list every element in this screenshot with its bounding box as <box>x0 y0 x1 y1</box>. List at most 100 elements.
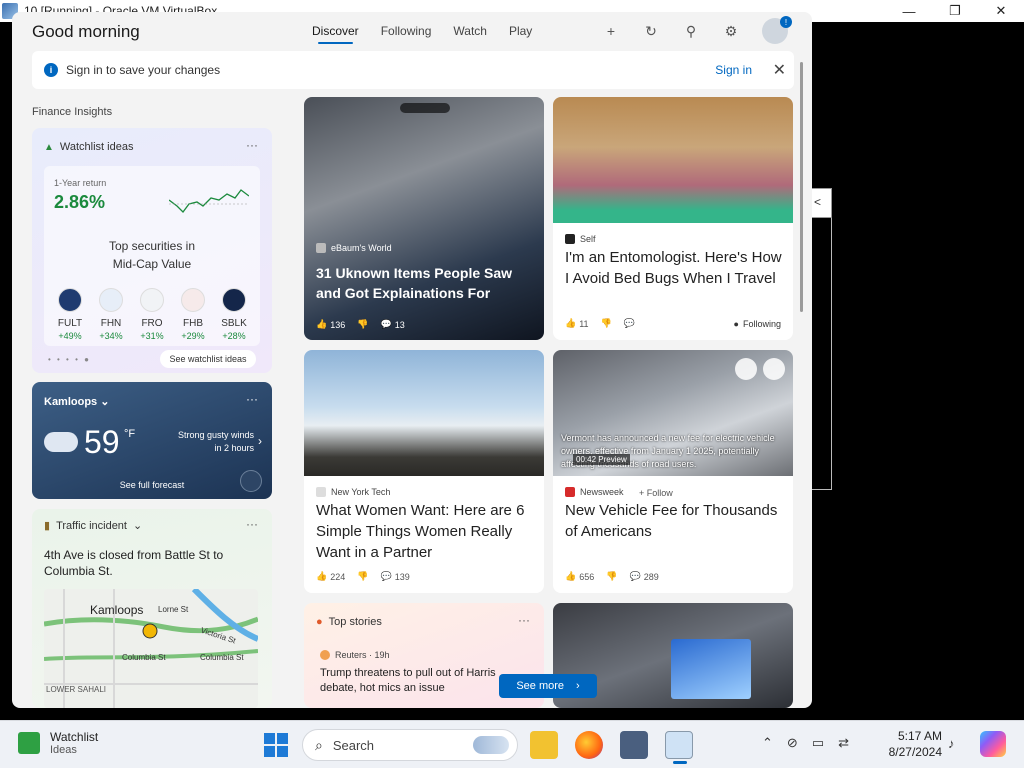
chevron-up-icon[interactable]: ⌃ <box>762 735 773 751</box>
news-card[interactable]: eBaum's World 31 Uknown Items People Saw… <box>304 97 544 340</box>
search-box[interactable]: ⌕ Search <box>302 729 518 761</box>
virtualbox-icon[interactable] <box>620 731 648 759</box>
article-headline[interactable]: New Vehicle Fee for Thousands of America… <box>565 500 785 542</box>
weather-city[interactable]: Kamloops ⌄ <box>44 395 109 408</box>
comment-icon[interactable]: 💬 <box>624 318 635 329</box>
maximize-button[interactable]: ❐ <box>932 0 978 22</box>
video-card[interactable]: Vermont has announced a new fee for elec… <box>553 350 793 593</box>
news-card[interactable]: Self I'm an Entomologist. Here's How I A… <box>553 97 793 340</box>
ticker-item[interactable]: SBLK +28% <box>214 288 254 341</box>
close-button[interactable]: ✕ <box>978 0 1024 22</box>
trend-up-icon: ▲ <box>44 141 54 153</box>
weather-alert[interactable]: Strong gusty winds in 2 hours <box>152 429 268 455</box>
ticker-change: +28% <box>222 331 246 341</box>
see-more-button[interactable]: See more › <box>499 674 597 698</box>
city-name: Kamloops <box>44 396 98 408</box>
clock-time: 5:17 AM <box>897 729 942 743</box>
news-card[interactable]: New York Tech What Women Want: Here are … <box>304 350 544 593</box>
tab-watch[interactable]: Watch <box>453 24 487 44</box>
firefox-icon[interactable] <box>575 731 603 759</box>
category-line-1: Top securities in <box>108 239 196 253</box>
dislike-icon[interactable]: 👎 <box>357 319 368 330</box>
tab-discover[interactable]: Discover <box>312 24 359 44</box>
video-control-button[interactable] <box>735 358 757 380</box>
feed-tabs: Discover Following Watch Play <box>312 24 532 44</box>
background-window-edge <box>831 218 832 490</box>
copilot-icon[interactable] <box>980 731 1006 757</box>
article-source: Newsweek <box>565 487 624 497</box>
comment-count: 139 <box>394 571 410 582</box>
traffic-map[interactable]: Kamloops Lorne St Victoria St Columbia S… <box>44 589 258 708</box>
publisher-logo <box>320 650 330 660</box>
like-button[interactable]: 👍 136 <box>316 319 345 330</box>
dislike-icon[interactable]: 👎 <box>601 318 612 329</box>
carousel-indicator[interactable] <box>400 103 450 113</box>
traffic-header[interactable]: ▮ Traffic incident ⌄ <box>44 519 142 533</box>
sync-icon[interactable]: ⇄ <box>838 735 849 751</box>
file-explorer-icon[interactable] <box>530 731 558 759</box>
source-name: eBaum's World <box>331 243 392 253</box>
following-status[interactable]: ● Following <box>734 319 781 329</box>
network-icon[interactable]: ⊘ <box>787 735 798 751</box>
dislike-icon[interactable]: 👎 <box>357 571 368 582</box>
article-headline[interactable]: What Women Want: Here are 6 Simple Thing… <box>316 500 536 563</box>
chevron-right-icon[interactable]: › <box>258 434 262 448</box>
traffic-card[interactable]: ▮ Traffic incident ⌄ ··· 4th Ave is clos… <box>32 509 272 708</box>
refresh-icon[interactable]: ↻ <box>642 22 660 40</box>
video-control-button[interactable] <box>763 358 785 380</box>
ticker-item[interactable]: FRO +31% <box>132 288 172 341</box>
follow-button[interactable]: + Follow <box>639 488 673 498</box>
ticker-item[interactable]: FHN +34% <box>91 288 131 341</box>
like-button[interactable]: 👍 11 <box>565 318 589 329</box>
more-options-icon[interactable]: ··· <box>246 517 258 531</box>
display-icon[interactable]: ▭ <box>812 735 824 751</box>
signin-link[interactable]: Sign in <box>715 63 752 77</box>
search-highlight-icon <box>473 736 509 754</box>
article-headline[interactable]: I'm an Entomologist. Here's How I Avoid … <box>565 247 785 289</box>
top-stories-title: Top stories <box>328 616 382 628</box>
more-options-icon[interactable]: ··· <box>246 392 258 406</box>
notification-icon[interactable]: ♪ <box>948 736 955 751</box>
start-button[interactable] <box>264 733 288 757</box>
gear-icon[interactable]: ⚙ <box>722 22 740 40</box>
ticker-list: FULT +49% FHN +34% FRO +31% FHB +29% SBL… <box>50 288 254 341</box>
pin-icon[interactable]: ⚲ <box>682 22 700 40</box>
comment-button[interactable]: 💬 13 <box>380 319 404 330</box>
widget-subtitle: Ideas <box>50 744 77 756</box>
video-duration: 00:42 Preview <box>573 454 630 465</box>
see-watchlist-button[interactable]: See watchlist ideas <box>160 350 256 368</box>
ticker-item[interactable]: FULT +49% <box>50 288 90 341</box>
watchlist-card[interactable]: ▲ Watchlist ideas ··· 1-Year return 2.86… <box>32 128 272 373</box>
tab-following[interactable]: Following <box>381 24 432 44</box>
widget-title: Watchlist <box>50 730 99 744</box>
taskbar-widgets-button[interactable]: Watchlist Ideas <box>18 730 98 756</box>
forecast-link[interactable]: See full forecast <box>32 480 272 490</box>
plus-icon[interactable]: + <box>602 22 620 40</box>
minimize-button[interactable]: — <box>886 0 932 22</box>
article-headline[interactable]: 31 Uknown Items People Saw and Got Expla… <box>316 263 536 303</box>
chevron-right-icon: › <box>576 680 580 692</box>
like-button[interactable]: 👍 224 <box>316 571 345 582</box>
avatar[interactable]: ! <box>762 16 792 44</box>
close-icon[interactable]: ✕ <box>773 60 786 80</box>
source-name: Newsweek <box>580 487 624 497</box>
windows-logo-tile <box>264 733 275 744</box>
comment-button[interactable]: 💬 289 <box>629 571 658 582</box>
weather-card[interactable]: Kamloops ⌄ ··· 59 °F Strong gusty winds … <box>32 382 272 499</box>
ticker-item[interactable]: FHB +29% <box>173 288 213 341</box>
clock[interactable]: 5:17 AM 8/27/2024 <box>888 729 942 759</box>
vm-window-icon[interactable] <box>665 731 693 764</box>
background-window-fragment: < <box>810 188 832 218</box>
tab-play[interactable]: Play <box>509 24 532 44</box>
alert-line-2: in 2 hours <box>214 443 254 453</box>
signin-banner: i Sign in to save your changes Sign in ✕ <box>32 51 794 89</box>
dislike-icon[interactable]: 👎 <box>606 571 617 582</box>
carousel-pager[interactable]: • • • • ● <box>48 355 91 364</box>
more-options-icon[interactable]: ··· <box>518 613 530 627</box>
watchlist-panel: 1-Year return 2.86% Top securities in Mi… <box>44 166 260 346</box>
comment-button[interactable]: 💬 139 <box>380 571 409 582</box>
like-button[interactable]: 👍 656 <box>565 571 594 582</box>
publisher-logo <box>565 234 575 244</box>
scrollbar-thumb[interactable] <box>800 62 803 312</box>
more-options-icon[interactable]: ··· <box>246 138 258 152</box>
